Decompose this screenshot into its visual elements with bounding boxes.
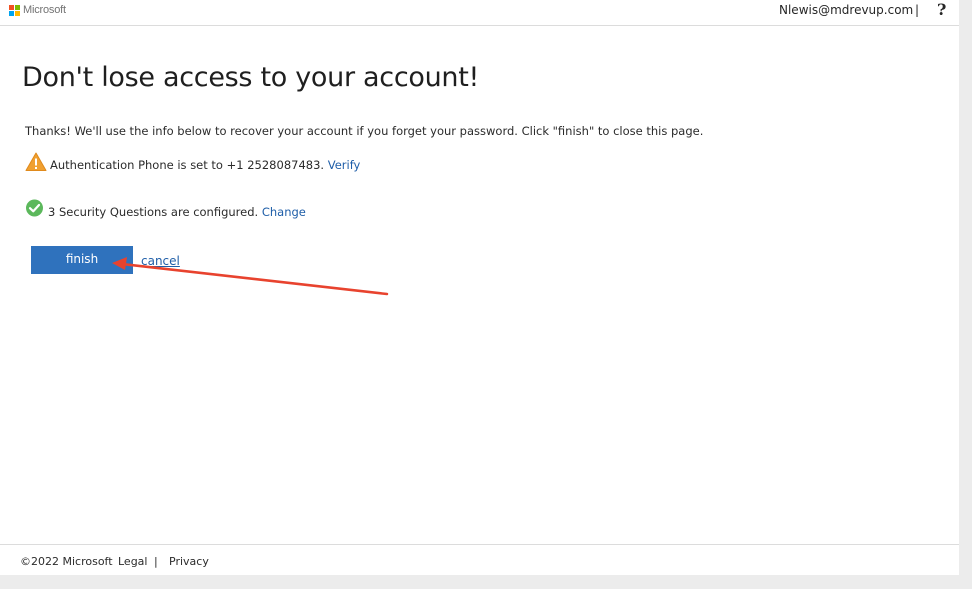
bottom-gutter [0, 575, 972, 589]
footer-separator: | [154, 555, 158, 568]
header-bar: Microsoft Nlewis@mdrevup.com | ? [0, 0, 959, 26]
privacy-link[interactable]: Privacy [169, 555, 209, 568]
change-link[interactable]: Change [262, 205, 306, 219]
legal-link[interactable]: Legal [118, 555, 147, 568]
warning-icon [25, 152, 47, 172]
copyright-text: ©2022 Microsoft [20, 555, 113, 568]
help-button[interactable]: ? [937, 0, 946, 19]
brand-name: Microsoft [23, 4, 66, 16]
header-separator: | [915, 3, 920, 17]
auth-phone-row: Authentication Phone is set to +1 252808… [25, 152, 360, 172]
security-questions-text-wrap: 3 Security Questions are configured. Cha… [48, 199, 306, 219]
page: Microsoft Nlewis@mdrevup.com | ? Don't l… [0, 0, 959, 575]
footer: ©2022 Microsoft Legal | Privacy [0, 544, 959, 575]
security-questions-row: 3 Security Questions are configured. Cha… [25, 199, 306, 219]
cancel-link[interactable]: cancel [141, 254, 180, 268]
verify-link[interactable]: Verify [328, 158, 361, 172]
finish-button[interactable]: finish [31, 246, 133, 274]
intro-text: Thanks! We'll use the info below to reco… [25, 124, 704, 138]
auth-phone-text-wrap: Authentication Phone is set to +1 252808… [50, 152, 360, 172]
checkmark-icon [25, 199, 45, 219]
microsoft-logo: Microsoft [9, 4, 66, 16]
user-email: Nlewis@mdrevup.com [779, 3, 914, 17]
auth-phone-text: Authentication Phone is set to +1 252808… [50, 158, 325, 172]
microsoft-logo-icon [9, 4, 20, 16]
security-questions-text: 3 Security Questions are configured. [48, 205, 259, 219]
vertical-scrollbar[interactable] [959, 0, 972, 589]
page-title: Don't lose access to your account! [22, 62, 480, 93]
